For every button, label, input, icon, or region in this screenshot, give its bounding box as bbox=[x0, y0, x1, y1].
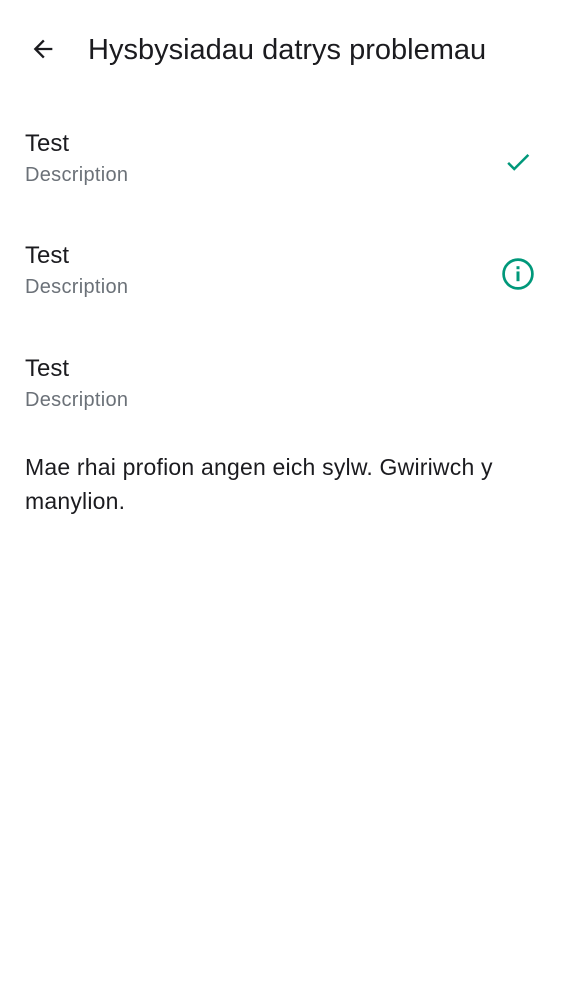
check-icon bbox=[507, 153, 530, 171]
page-title: Hysbysiadau datrys problemau bbox=[88, 34, 487, 66]
test-title: Test bbox=[25, 242, 70, 269]
test-item-3[interactable]: Test Description bbox=[0, 341, 562, 441]
status-passed bbox=[500, 144, 536, 180]
test-description: Description bbox=[25, 276, 129, 298]
attention-message: Mae rhai profion angen eich sylw. Gwiriw… bbox=[25, 454, 493, 514]
test-description: Description bbox=[25, 164, 129, 186]
status-info bbox=[500, 256, 536, 292]
info-icon bbox=[502, 258, 534, 290]
app-bar: Hysbysiadau datrys problemau bbox=[0, 0, 562, 100]
test-title: Test bbox=[25, 130, 70, 157]
test-item-2[interactable]: Test Description bbox=[0, 228, 562, 328]
back-button[interactable] bbox=[22, 28, 64, 70]
test-description: Description bbox=[25, 389, 129, 411]
test-item-1[interactable]: Test Description bbox=[0, 116, 562, 216]
test-title: Test bbox=[25, 355, 70, 382]
arrow-left-icon bbox=[33, 39, 53, 59]
